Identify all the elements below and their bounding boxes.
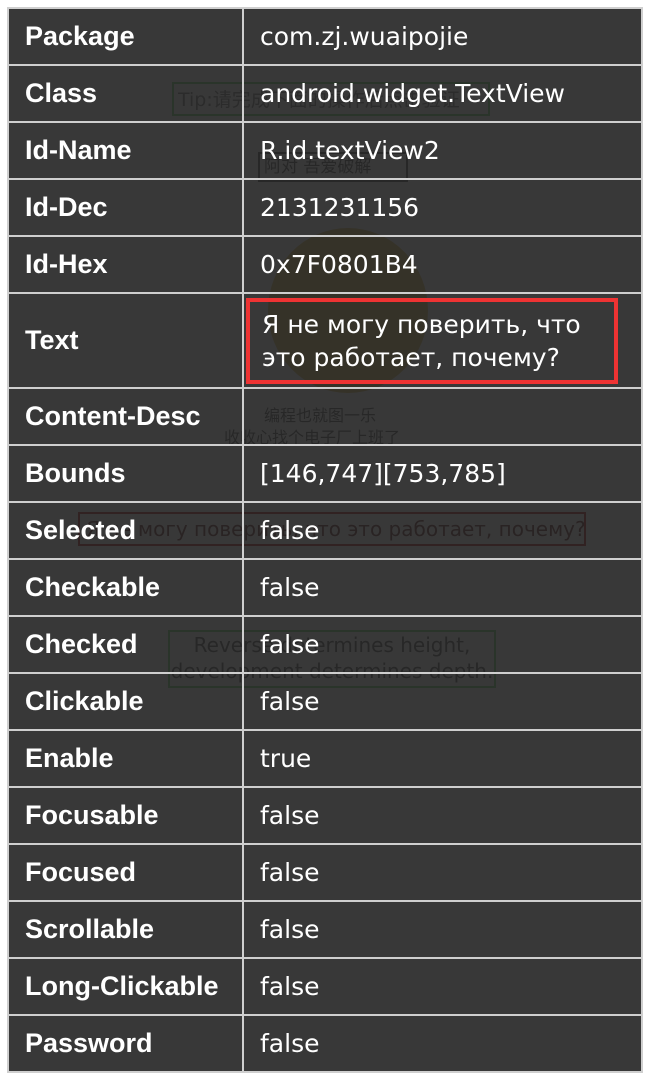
property-key-focused: Focused <box>7 843 244 902</box>
property-value-scrollable: false <box>242 900 643 959</box>
property-value-checkable: false <box>242 558 643 617</box>
table-row: Scrollable false <box>7 900 643 959</box>
property-key-clickable: Clickable <box>7 672 244 731</box>
table-row: Bounds [146,747][753,785] <box>7 444 643 503</box>
table-row: Enable true <box>7 729 643 788</box>
table-row: Checked false <box>7 615 643 674</box>
property-value-package: com.zj.wuaipojie <box>242 7 643 66</box>
property-key-id-hex: Id-Hex <box>7 235 244 294</box>
property-key-scrollable: Scrollable <box>7 900 244 959</box>
property-value-id-hex: 0x7F0801B4 <box>242 235 643 294</box>
property-key-enable: Enable <box>7 729 244 788</box>
table-row: Focusable false <box>7 786 643 845</box>
property-key-checkable: Checkable <box>7 558 244 617</box>
property-key-content-desc: Content-Desc <box>7 387 244 446</box>
property-value-password: false <box>242 1014 643 1073</box>
property-key-password: Password <box>7 1014 244 1073</box>
table-row: Password false <box>7 1014 643 1073</box>
property-key-class: Class <box>7 64 244 123</box>
property-value-class: android.widget.TextView <box>242 64 643 123</box>
property-key-id-dec: Id-Dec <box>7 178 244 237</box>
property-key-long-clickable: Long-Clickable <box>7 957 244 1016</box>
property-value-text: Я не могу поверить, что это работает, по… <box>246 297 618 384</box>
property-value-checked: false <box>242 615 643 674</box>
table-row: Checkable false <box>7 558 643 617</box>
property-value-id-name: R.id.textView2 <box>242 121 643 180</box>
property-key-selected: Selected <box>7 501 244 560</box>
table-row: Focused false <box>7 843 643 902</box>
property-value-bounds: [146,747][753,785] <box>242 444 643 503</box>
table-row: Id-Dec 2131231156 <box>7 178 643 237</box>
view-inspector-table: Package com.zj.wuaipojie Class android.w… <box>7 7 643 1073</box>
table-row: Long-Clickable false <box>7 957 643 1016</box>
table-row: Package com.zj.wuaipojie <box>7 7 643 66</box>
property-key-id-name: Id-Name <box>7 121 244 180</box>
table-row: Id-Name R.id.textView2 <box>7 121 643 180</box>
table-row: Id-Hex 0x7F0801B4 <box>7 235 643 294</box>
property-key-focusable: Focusable <box>7 786 244 845</box>
table-row: Content-Desc <box>7 387 643 446</box>
property-value-focused: false <box>242 843 643 902</box>
property-value-id-dec: 2131231156 <box>242 178 643 237</box>
table-row: Class android.widget.TextView <box>7 64 643 123</box>
table-row: Clickable false <box>7 672 643 731</box>
property-value-content-desc <box>242 387 643 446</box>
property-value-text-cell: Я не могу поверить, что это работает, по… <box>242 292 643 389</box>
property-key-bounds: Bounds <box>7 444 244 503</box>
table-row: Text Я не могу поверить, что это работае… <box>7 292 643 389</box>
property-value-focusable: false <box>242 786 643 845</box>
property-key-text: Text <box>7 292 244 389</box>
property-value-enable: true <box>242 729 643 788</box>
table-row: Selected false <box>7 501 643 560</box>
property-key-package: Package <box>7 7 244 66</box>
property-value-long-clickable: false <box>242 957 643 1016</box>
property-key-checked: Checked <box>7 615 244 674</box>
property-value-selected: false <box>242 501 643 560</box>
property-value-clickable: false <box>242 672 643 731</box>
